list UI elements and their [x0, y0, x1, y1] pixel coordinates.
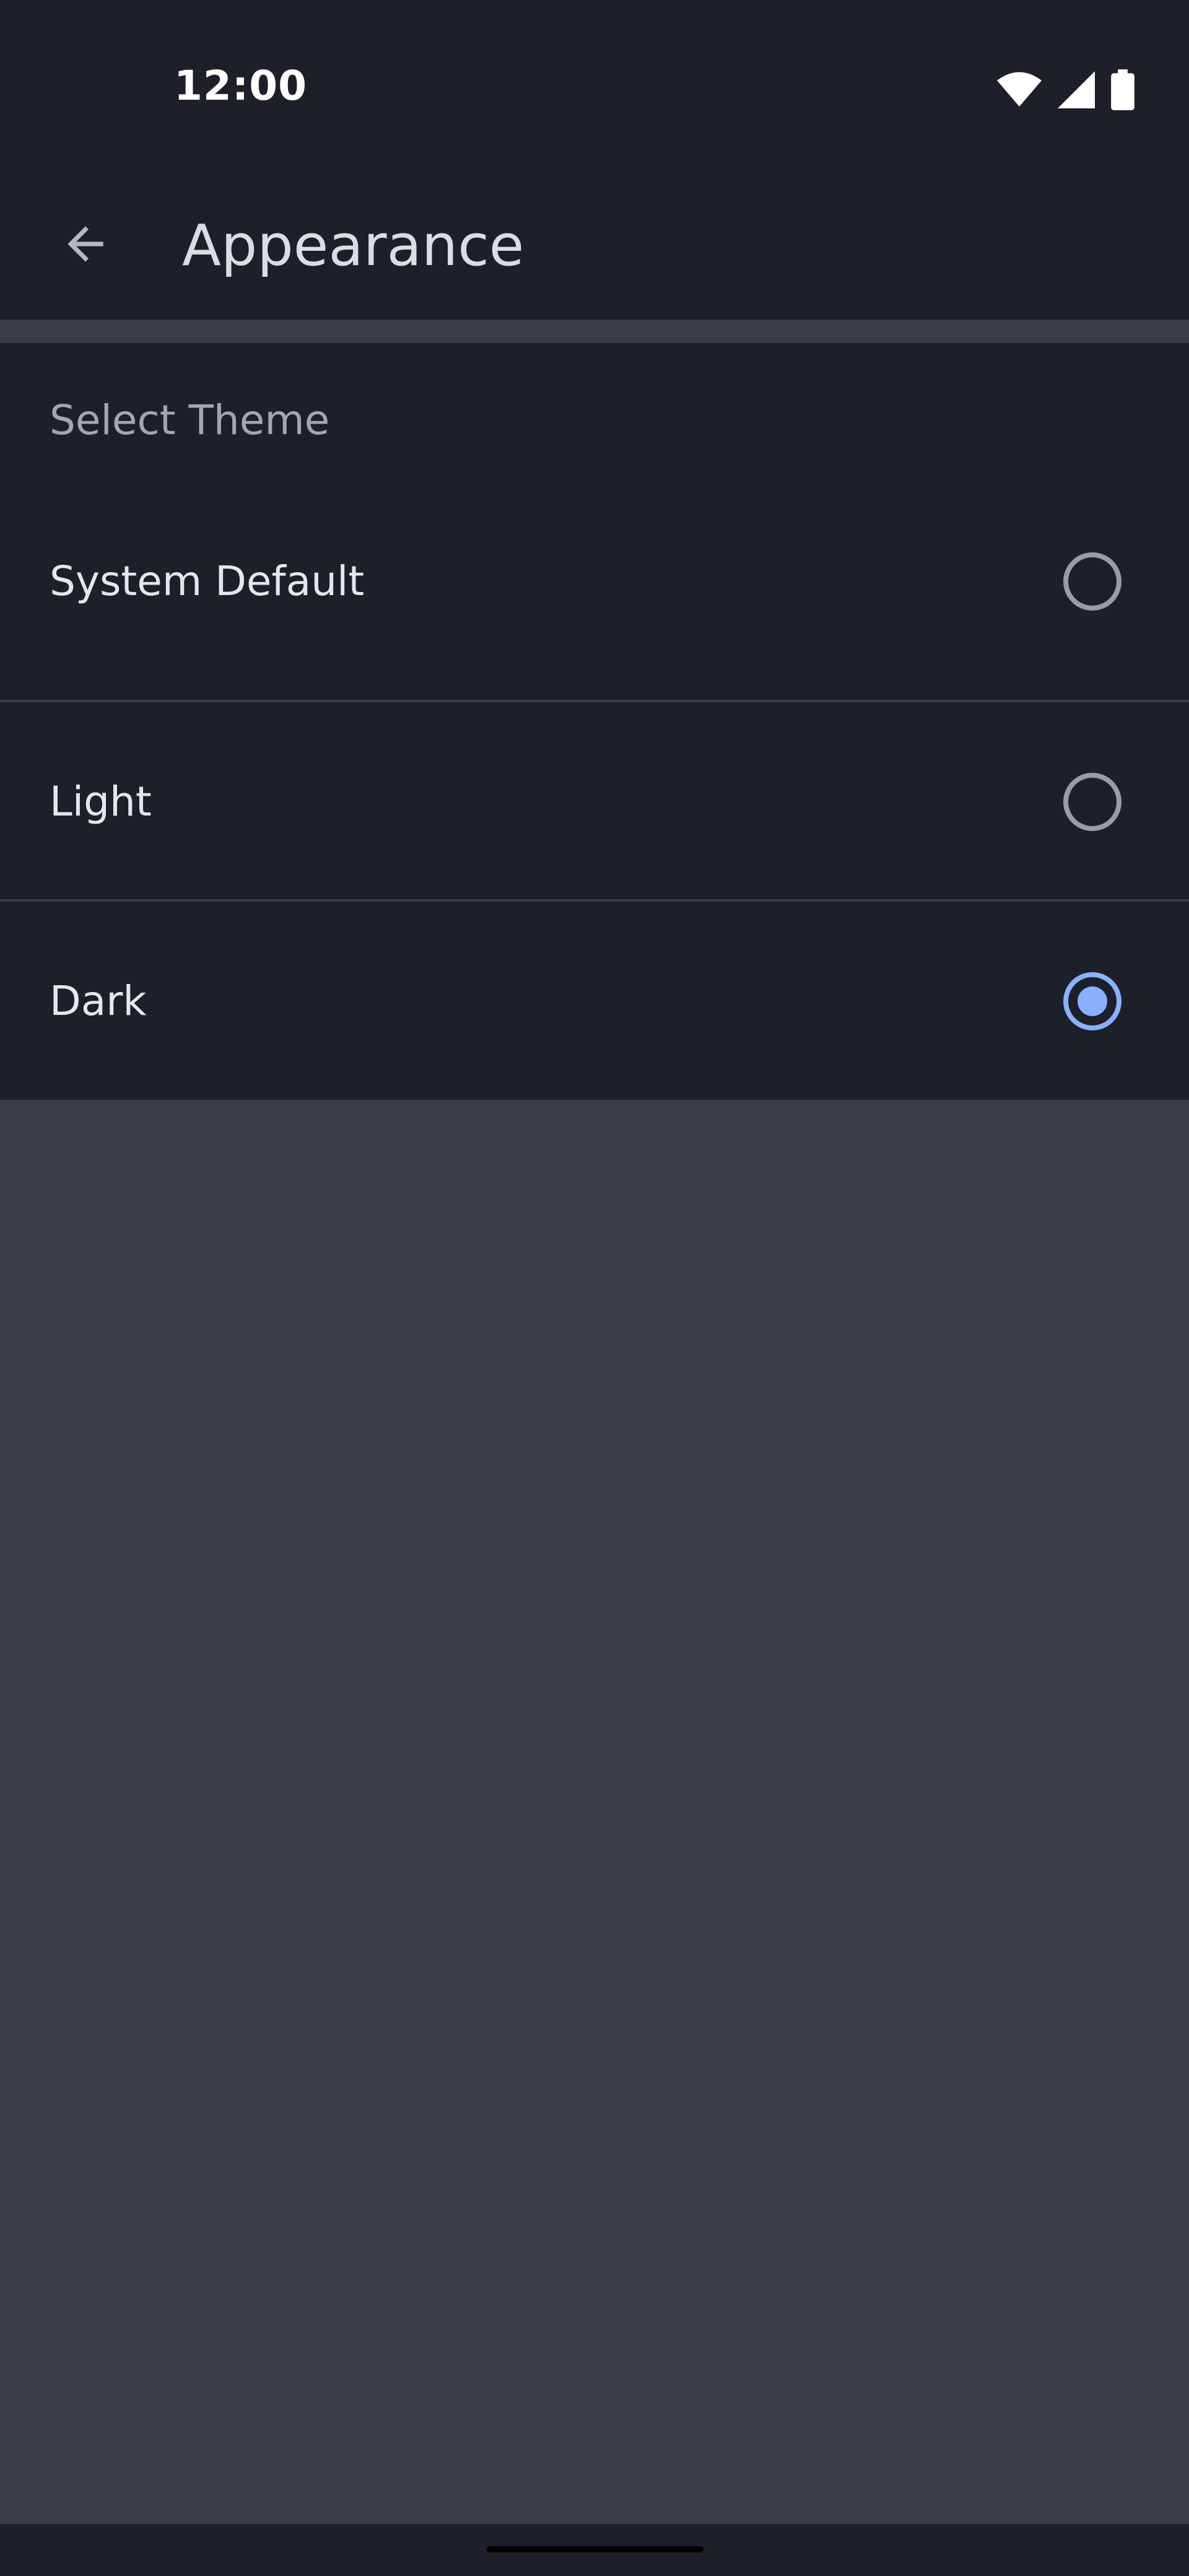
status-time: 12:00 — [174, 62, 308, 110]
radio-button-dark[interactable] — [1063, 972, 1121, 1030]
gesture-handle[interactable] — [487, 2546, 703, 2552]
page-title: Appearance — [182, 212, 525, 279]
option-label: System Default — [50, 557, 365, 605]
section-header: Select Theme — [50, 396, 330, 444]
option-label: Dark — [50, 977, 147, 1025]
navigation-bar — [0, 2524, 1189, 2576]
battery-icon — [1111, 69, 1135, 113]
status-bar: 12:00 — [0, 0, 1189, 177]
status-icons — [997, 69, 1135, 113]
theme-option-dark[interactable]: Dark — [0, 902, 1189, 1101]
radio-button-light[interactable] — [1063, 773, 1121, 831]
theme-option-light[interactable]: Light — [0, 702, 1189, 902]
option-label: Light — [50, 778, 152, 825]
wifi-icon — [997, 71, 1042, 111]
radio-button-system-default[interactable] — [1063, 552, 1121, 611]
arrow-back-icon — [59, 217, 112, 273]
radio-dot — [1078, 986, 1107, 1016]
theme-selection-list: Select Theme System Default Light Dark — [0, 343, 1189, 1100]
theme-option-system-default[interactable]: System Default — [0, 482, 1189, 681]
back-button[interactable] — [45, 204, 126, 286]
cellular-signal-icon — [1058, 71, 1095, 111]
section-divider — [0, 320, 1189, 343]
app-bar: Appearance — [0, 177, 1189, 320]
